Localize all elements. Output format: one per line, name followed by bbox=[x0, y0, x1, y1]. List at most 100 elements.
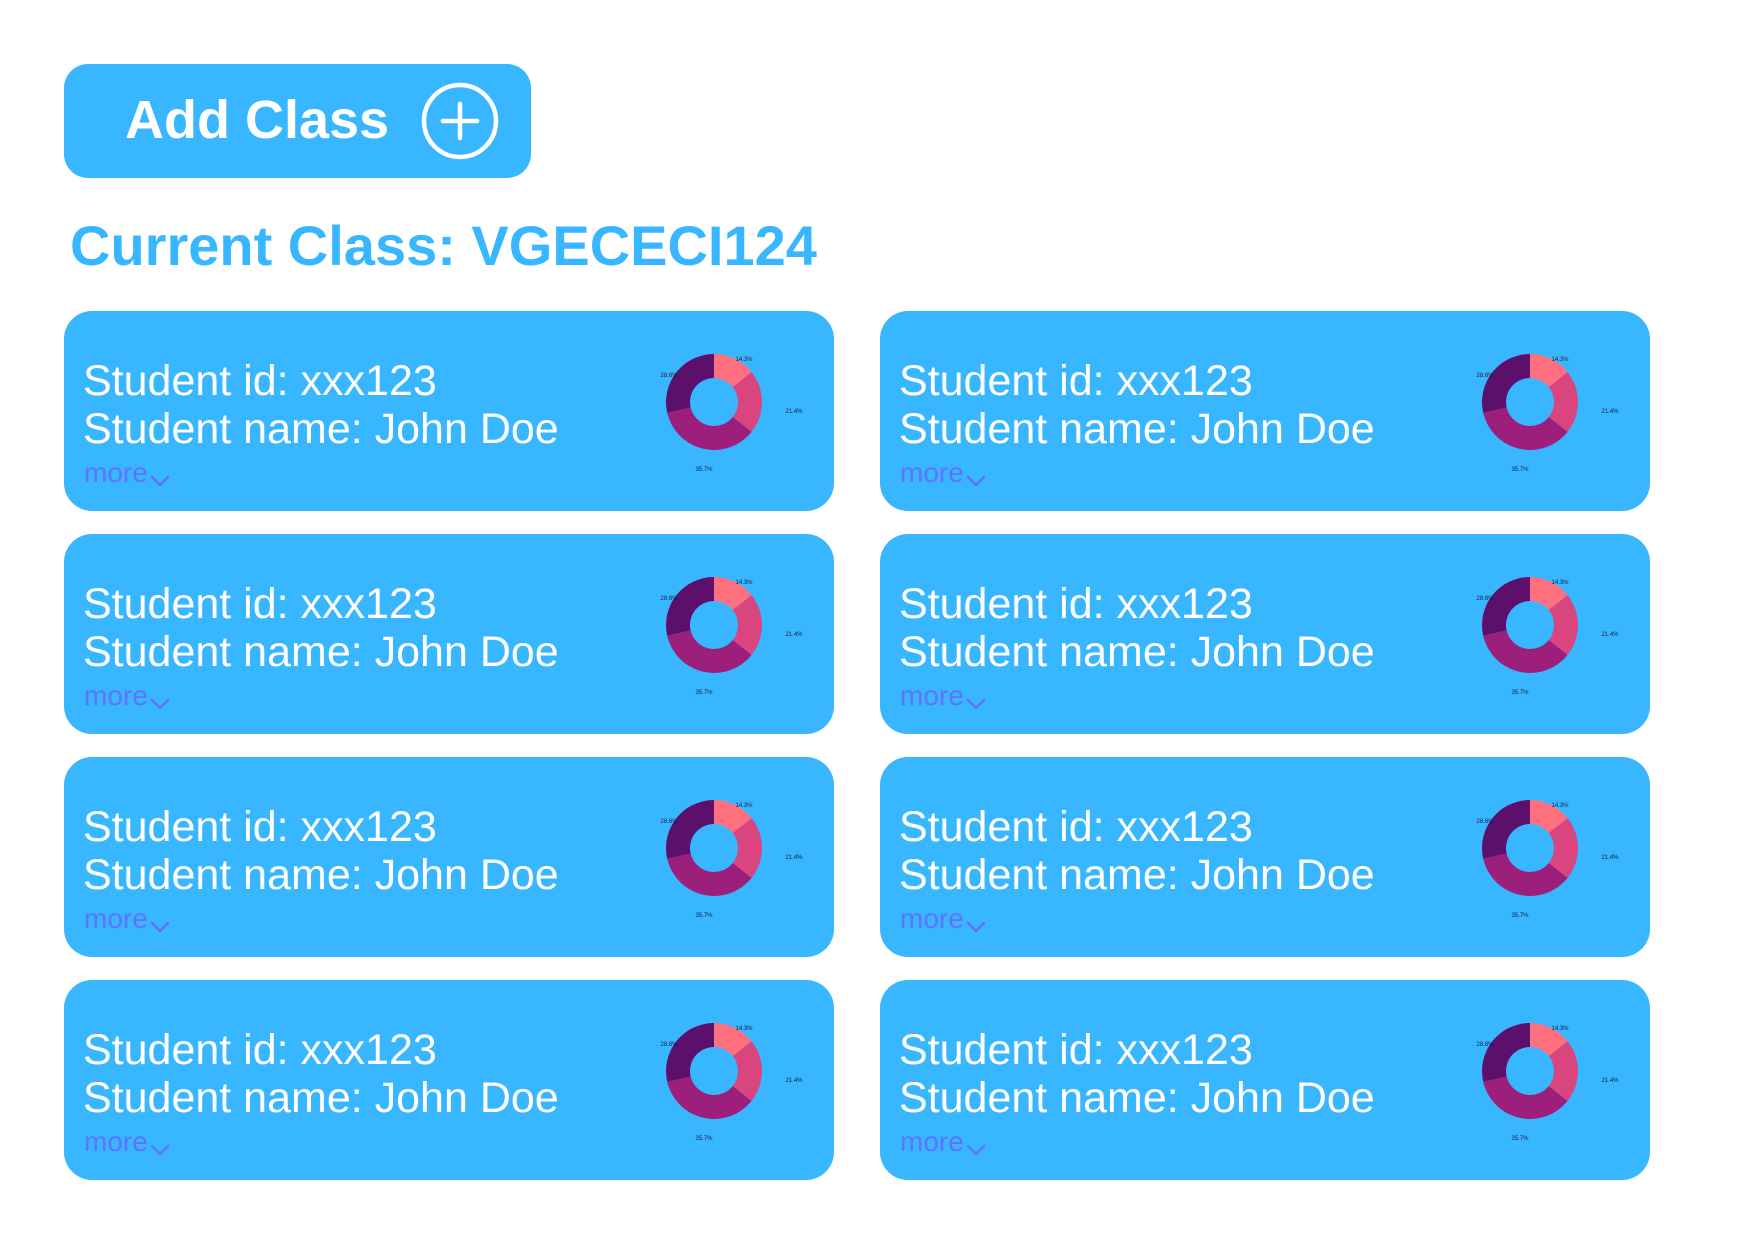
chevron-down-icon bbox=[966, 475, 986, 487]
more-label: more bbox=[84, 903, 148, 934]
more-link[interactable]: more bbox=[900, 903, 986, 935]
donut-slice-label: 14.3% bbox=[735, 580, 753, 586]
donut-slice bbox=[1482, 800, 1530, 859]
donut-slice-label: 35.7% bbox=[1511, 690, 1529, 696]
more-link[interactable]: more bbox=[84, 457, 170, 489]
donut-slice bbox=[1482, 1023, 1530, 1082]
donut-slice-label: 14.3% bbox=[735, 357, 753, 363]
donut-slice-label: 21.4% bbox=[1601, 855, 1619, 861]
score-donut-chart: 14.3% 21.4% 35.7% 28.6% bbox=[660, 354, 803, 473]
donut-slice bbox=[666, 800, 714, 859]
student-card[interactable]: Student id: xxx123 Student name: John Do… bbox=[64, 311, 834, 511]
donut-slice-label: 35.7% bbox=[1511, 1136, 1529, 1142]
student-name-text: Student name: John Doe bbox=[899, 1074, 1375, 1122]
add-class-label: Add Class bbox=[125, 90, 390, 150]
score-donut-chart: 14.3% 21.4% 35.7% 28.6% bbox=[660, 800, 803, 919]
score-donut-chart: 14.3% 21.4% 35.7% 28.6% bbox=[1476, 800, 1619, 919]
student-id-text: Student id: xxx123 bbox=[83, 1026, 437, 1074]
student-id-text: Student id: xxx123 bbox=[899, 1026, 1253, 1074]
student-id-text: Student id: xxx123 bbox=[899, 580, 1253, 628]
donut-slice-label: 28.6% bbox=[1476, 373, 1494, 379]
student-id-text: Student id: xxx123 bbox=[83, 803, 437, 851]
student-card[interactable]: Student id: xxx123 Student name: John Do… bbox=[880, 534, 1650, 734]
more-link[interactable]: more bbox=[900, 680, 986, 712]
more-label: more bbox=[84, 457, 148, 488]
add-class-button[interactable]: Add Class bbox=[64, 64, 531, 178]
student-card[interactable]: Student id: xxx123 Student name: John Do… bbox=[64, 534, 834, 734]
more-link[interactable]: more bbox=[900, 457, 986, 489]
student-id-text: Student id: xxx123 bbox=[899, 803, 1253, 851]
donut-slice bbox=[666, 1023, 714, 1082]
student-card[interactable]: Student id: xxx123 Student name: John Do… bbox=[64, 757, 834, 957]
student-name-text: Student name: John Doe bbox=[899, 405, 1375, 453]
student-name-text: Student name: John Doe bbox=[83, 1074, 559, 1122]
more-label: more bbox=[900, 680, 964, 711]
donut-slice-label: 21.4% bbox=[1601, 409, 1619, 415]
student-card[interactable]: Student id: xxx123 Student name: John Do… bbox=[880, 757, 1650, 957]
donut-slice-label: 28.6% bbox=[1476, 1042, 1494, 1048]
donut-slice-label: 14.3% bbox=[1551, 580, 1569, 586]
donut-slice-label: 14.3% bbox=[1551, 1026, 1569, 1032]
student-id-text: Student id: xxx123 bbox=[899, 357, 1253, 405]
chevron-down-icon bbox=[966, 698, 986, 710]
donut-slice-label: 14.3% bbox=[735, 1026, 753, 1032]
donut-slice-label: 28.6% bbox=[1476, 596, 1494, 602]
donut-slice-label: 28.6% bbox=[660, 373, 678, 379]
donut-slice-label: 28.6% bbox=[660, 1042, 678, 1048]
student-card[interactable]: Student id: xxx123 Student name: John Do… bbox=[880, 980, 1650, 1180]
more-label: more bbox=[84, 1126, 148, 1157]
donut-slice bbox=[1482, 354, 1530, 413]
student-card-grid: Student id: xxx123 Student name: John Do… bbox=[64, 311, 1650, 1180]
chevron-down-icon bbox=[150, 1144, 170, 1156]
donut-slice-label: 35.7% bbox=[1511, 913, 1529, 919]
donut-slice bbox=[1482, 577, 1530, 636]
student-name-text: Student name: John Doe bbox=[83, 405, 559, 453]
score-donut-chart: 14.3% 21.4% 35.7% 28.6% bbox=[1476, 577, 1619, 696]
current-class-heading: Current Class: VGECECI124 bbox=[70, 214, 817, 277]
donut-slice-label: 21.4% bbox=[1601, 632, 1619, 638]
donut-slice-label: 35.7% bbox=[695, 467, 713, 473]
donut-slice-label: 28.6% bbox=[660, 596, 678, 602]
donut-slice-label: 35.7% bbox=[1511, 467, 1529, 473]
score-donut-chart: 14.3% 21.4% 35.7% 28.6% bbox=[1476, 1023, 1619, 1142]
donut-slice-label: 35.7% bbox=[695, 1136, 713, 1142]
student-id-text: Student id: xxx123 bbox=[83, 357, 437, 405]
score-donut-chart: 14.3% 21.4% 35.7% 28.6% bbox=[660, 1023, 803, 1142]
plus-circle-icon bbox=[421, 82, 499, 160]
more-link[interactable]: more bbox=[900, 1126, 986, 1158]
donut-slice-label: 14.3% bbox=[1551, 357, 1569, 363]
donut-slice-label: 14.3% bbox=[735, 803, 753, 809]
chevron-down-icon bbox=[966, 921, 986, 933]
donut-slice-label: 21.4% bbox=[785, 855, 803, 861]
donut-slice-label: 35.7% bbox=[695, 913, 713, 919]
chevron-down-icon bbox=[150, 698, 170, 710]
score-donut-chart: 14.3% 21.4% 35.7% 28.6% bbox=[1476, 354, 1619, 473]
donut-slice bbox=[666, 354, 714, 413]
chevron-down-icon bbox=[150, 475, 170, 487]
donut-slice-label: 28.6% bbox=[660, 819, 678, 825]
more-link[interactable]: more bbox=[84, 1126, 170, 1158]
more-label: more bbox=[84, 680, 148, 711]
student-id-text: Student id: xxx123 bbox=[83, 580, 437, 628]
more-link[interactable]: more bbox=[84, 680, 170, 712]
more-label: more bbox=[900, 457, 964, 488]
student-name-text: Student name: John Doe bbox=[83, 851, 559, 899]
donut-slice-label: 21.4% bbox=[1601, 1078, 1619, 1084]
donut-slice-label: 14.3% bbox=[1551, 803, 1569, 809]
more-label: more bbox=[900, 1126, 964, 1157]
donut-slice-label: 21.4% bbox=[785, 1078, 803, 1084]
more-link[interactable]: more bbox=[84, 903, 170, 935]
student-name-text: Student name: John Doe bbox=[899, 851, 1375, 899]
student-name-text: Student name: John Doe bbox=[899, 628, 1375, 676]
donut-slice-label: 35.7% bbox=[695, 690, 713, 696]
chevron-down-icon bbox=[966, 1144, 986, 1156]
more-label: more bbox=[900, 903, 964, 934]
student-card[interactable]: Student id: xxx123 Student name: John Do… bbox=[64, 980, 834, 1180]
score-donut-chart: 14.3% 21.4% 35.7% 28.6% bbox=[660, 577, 803, 696]
chevron-down-icon bbox=[150, 921, 170, 933]
donut-slice bbox=[666, 577, 714, 636]
student-name-text: Student name: John Doe bbox=[83, 628, 559, 676]
student-card[interactable]: Student id: xxx123 Student name: John Do… bbox=[880, 311, 1650, 511]
donut-slice-label: 28.6% bbox=[1476, 819, 1494, 825]
donut-slice-label: 21.4% bbox=[785, 409, 803, 415]
